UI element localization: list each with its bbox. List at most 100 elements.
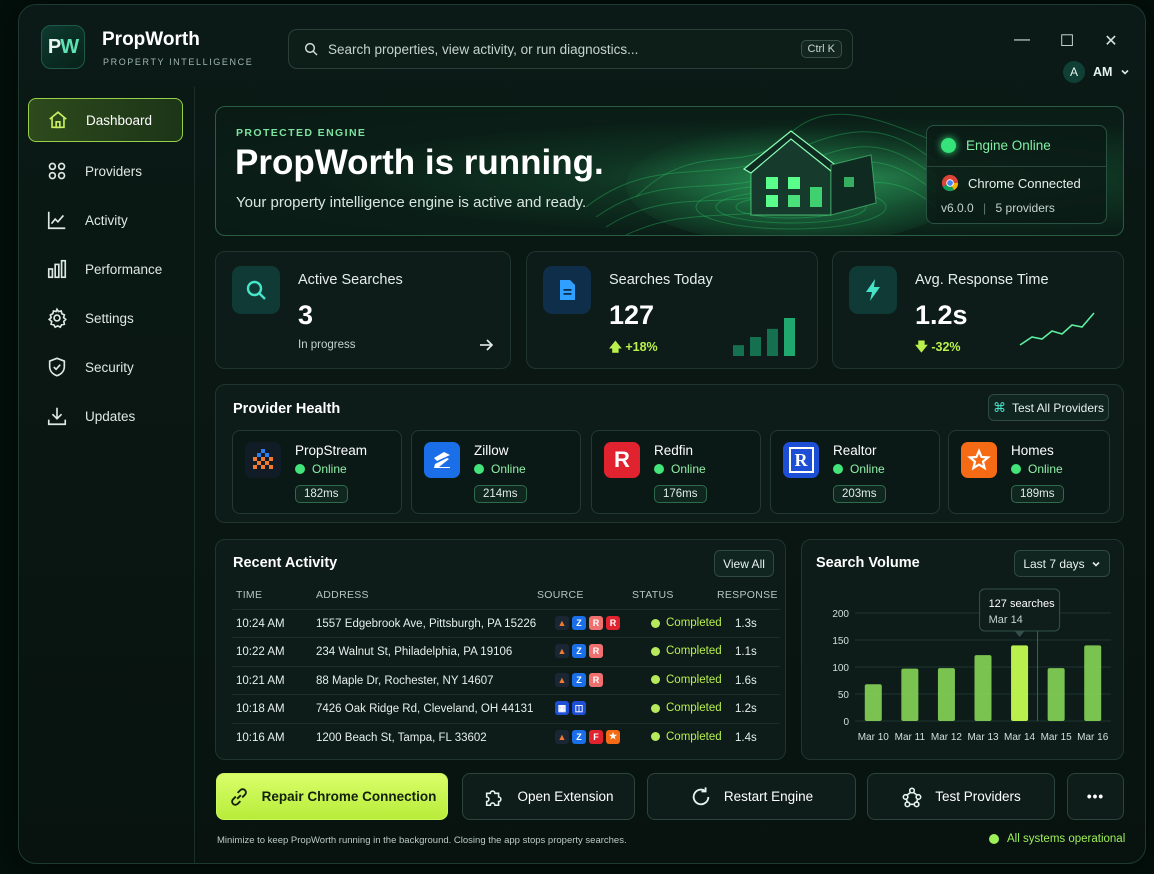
arrow-down-icon: 🡇 xyxy=(915,340,928,354)
provider-card-homes[interactable]: Homes Online 189ms xyxy=(948,430,1110,514)
table-row[interactable]: 10:24 AM 1557 Edgebrook Ave, Pittsburgh, … xyxy=(232,609,780,637)
stat-label: Searches Today xyxy=(609,272,713,288)
system-status: All systems operational xyxy=(989,833,1125,845)
house-illustration xyxy=(585,113,936,235)
y-tick-label: 150 xyxy=(832,636,849,647)
zillow-logo-icon xyxy=(424,442,460,478)
user-initials: AM xyxy=(1093,65,1113,79)
user-menu[interactable]: A AM xyxy=(1063,61,1130,83)
provider-name: Redfin xyxy=(654,443,694,458)
provider-status: Online xyxy=(1011,462,1063,476)
view-all-button[interactable]: View All xyxy=(714,550,774,577)
status-dot-icon xyxy=(651,703,660,713)
arrow-right-icon[interactable] xyxy=(478,337,494,353)
y-tick-label: 200 xyxy=(832,609,849,620)
engine-hero-card: PROTECTED ENGINE PropWorth is running. Y… xyxy=(215,106,1124,236)
close-button[interactable]: ✕ xyxy=(1101,31,1121,51)
volume-bar[interactable] xyxy=(937,668,955,721)
x-tick-label: Mar 15 xyxy=(1041,732,1073,743)
row-status: Completed xyxy=(651,645,722,657)
row-response: 1.1s xyxy=(735,646,757,659)
volume-bar[interactable] xyxy=(901,668,919,721)
hero-subtitle: Your property intelligence engine is act… xyxy=(236,194,587,211)
x-tick-label: Mar 12 xyxy=(931,732,963,743)
volume-bar[interactable] xyxy=(1084,645,1102,721)
tooltip-pointer xyxy=(1014,631,1025,637)
x-tick-label: Mar 13 xyxy=(967,732,999,743)
stat-delta: 🡅 +18% xyxy=(609,340,658,354)
table-row[interactable]: 10:21 AM 88 Maple Dr, Rochester, NY 14607… xyxy=(232,665,780,694)
test-providers-button[interactable]: Test Providers xyxy=(867,773,1055,820)
app-logo: PW xyxy=(41,25,85,69)
spark-bar xyxy=(784,318,795,356)
network-icon xyxy=(902,787,922,807)
row-response: 1.6s xyxy=(735,674,757,687)
sidebar-item-dashboard[interactable]: Dashboard xyxy=(28,98,183,142)
volume-bar[interactable] xyxy=(864,684,882,721)
activity-chart-icon xyxy=(47,211,66,230)
table-row[interactable]: 10:22 AM 234 Walnut St, Philadelphia, PA … xyxy=(232,637,780,665)
tooltip-date: Mar 14 xyxy=(989,614,1023,626)
volume-bar[interactable] xyxy=(1047,668,1065,721)
provider-card-redfin[interactable]: R Redfin Online 176ms xyxy=(591,430,761,514)
sidebar-item-updates[interactable]: Updates xyxy=(28,394,183,438)
range-select[interactable]: Last 7 days xyxy=(1014,550,1110,577)
stat-value: 127 xyxy=(609,300,655,330)
provider-status: Online xyxy=(654,462,706,476)
provider-latency: 182ms xyxy=(295,485,348,503)
app-name: PropWorth xyxy=(102,29,200,50)
provider-card-zillow[interactable]: Zillow Online 214ms xyxy=(411,430,581,514)
download-icon xyxy=(47,407,67,426)
row-sources: ▦ ◫ xyxy=(555,701,586,716)
sidebar-item-providers[interactable]: Providers xyxy=(28,149,183,193)
open-extension-button[interactable]: Open Extension xyxy=(462,773,635,820)
online-dot-icon xyxy=(941,138,956,153)
restart-engine-button[interactable]: Restart Engine xyxy=(647,773,856,820)
sidebar-item-settings[interactable]: Settings xyxy=(28,296,183,340)
provider-status: Online xyxy=(295,462,347,476)
maximize-button[interactable]: ☐ xyxy=(1057,31,1077,51)
provider-name: PropStream xyxy=(295,443,368,458)
table-row[interactable]: 10:16 AM 1200 Beach St, Tampa, FL 33602 ▲ Z… xyxy=(232,722,780,751)
row-status: Completed xyxy=(651,617,722,629)
source-logo-icon: ▲ xyxy=(555,616,569,630)
volume-bar[interactable] xyxy=(974,655,992,721)
sidebar-item-security[interactable]: Security xyxy=(28,345,183,389)
source-logo-icon: F xyxy=(589,729,603,744)
row-status: Completed xyxy=(651,702,722,714)
document-icon xyxy=(543,266,591,314)
refresh-icon xyxy=(692,786,710,805)
avatar: A xyxy=(1063,61,1085,83)
repair-chrome-button[interactable]: Repair Chrome Connection xyxy=(216,773,448,820)
provider-card-propstream[interactable]: PropStream Online 182ms xyxy=(232,430,402,514)
status-dot-icon xyxy=(651,675,660,685)
chrome-icon xyxy=(941,174,959,192)
hero-kicker: PROTECTED ENGINE xyxy=(236,127,367,139)
source-logo-icon: R xyxy=(589,672,603,687)
source-logo-icon: ▦ xyxy=(555,701,569,716)
minimize-button[interactable]: — xyxy=(1012,31,1032,49)
x-tick-label: Mar 16 xyxy=(1077,732,1109,743)
footer-note: Minimize to keep PropWorth running in th… xyxy=(217,835,627,846)
table-row[interactable]: 10:18 AM 7426 Oak Ridge Rd, Cleveland, OH… xyxy=(232,694,780,722)
row-status: Completed xyxy=(651,674,722,686)
search-input[interactable]: Search properties, view activity, or run… xyxy=(328,42,801,57)
provider-card-realtor[interactable]: R Realtor Online 203ms xyxy=(770,430,940,514)
more-actions-button[interactable]: ••• xyxy=(1067,773,1124,820)
arrow-up-icon: 🡅 xyxy=(609,340,622,354)
sidebar-item-performance[interactable]: Performance xyxy=(28,247,183,291)
sidebar-item-activity[interactable]: Activity xyxy=(28,198,183,242)
row-address: 88 Maple Dr, Rochester, NY 14607 xyxy=(316,674,494,687)
active-searches-card[interactable]: Active Searches 3 In progress xyxy=(215,251,511,369)
volume-bar[interactable] xyxy=(1011,645,1029,721)
app-window: PW PropWorth PROPERTY INTELLIGENCE Searc… xyxy=(18,4,1146,864)
provider-latency: 189ms xyxy=(1011,485,1064,503)
source-logo-icon: ★ xyxy=(606,729,620,744)
status-dot-icon xyxy=(651,618,660,628)
search-bar[interactable]: Search properties, view activity, or run… xyxy=(288,29,853,69)
spark-bar xyxy=(733,345,744,356)
stat-label: Active Searches xyxy=(298,272,403,288)
shield-icon xyxy=(48,357,66,377)
stat-value: 3 xyxy=(298,300,314,330)
test-all-providers-button[interactable]: ⌘ Test All Providers xyxy=(988,394,1109,421)
